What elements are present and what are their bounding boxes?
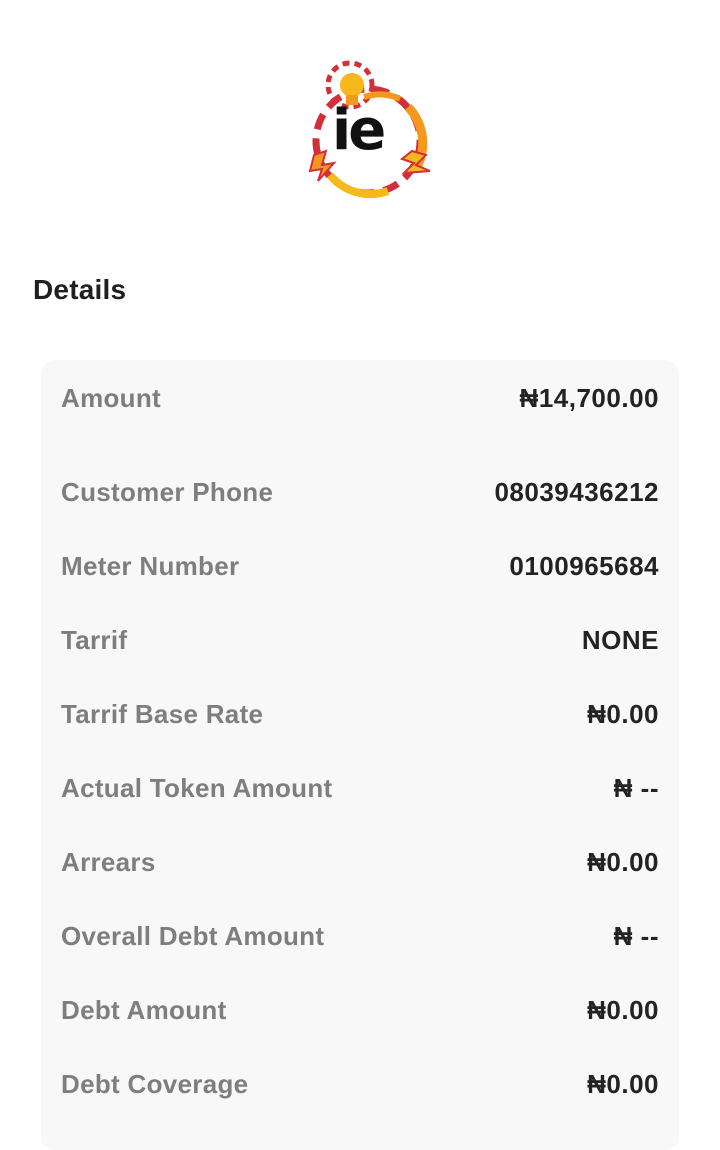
detail-label: Amount — [61, 382, 161, 413]
detail-label: Customer Phone — [61, 476, 274, 507]
detail-row-tarrif-base-rate: Tarrif Base Rate ₦0.00 — [61, 696, 659, 732]
detail-row-actual-token-amount: Actual Token Amount ₦ -- — [61, 770, 659, 806]
detail-row-amount: Amount ₦14,700.00 — [61, 380, 659, 416]
detail-row-meter-number: Meter Number 0100965684 — [61, 548, 659, 584]
detail-value: 0100965684 — [509, 550, 659, 581]
detail-row-overall-debt-amount: Overall Debt Amount ₦ -- — [61, 918, 659, 954]
detail-label: Tarrif — [61, 624, 128, 655]
detail-value: ₦0.00 — [587, 1068, 659, 1099]
detail-value: ₦ -- — [613, 772, 659, 803]
detail-value: NONE — [581, 624, 659, 655]
detail-row-debt-coverage: Debt Coverage ₦0.00 — [61, 1066, 659, 1102]
details-card: Amount ₦14,700.00 Customer Phone 0803943… — [41, 360, 679, 1150]
detail-label: Overall Debt Amount — [61, 920, 325, 951]
detail-value: ₦14,700.00 — [519, 382, 659, 413]
detail-value: ₦ -- — [613, 920, 659, 951]
detail-label: Tarrif Base Rate — [61, 698, 264, 729]
ie-logo: ie — [300, 55, 436, 207]
detail-row-arrears: Arrears ₦0.00 — [61, 844, 659, 880]
section-title: Details — [33, 274, 127, 305]
detail-row-tarrif: Tarrif NONE — [61, 622, 659, 658]
detail-label: Arrears — [61, 846, 156, 877]
detail-row-customer-phone: Customer Phone 08039436212 — [61, 474, 659, 510]
detail-value: 08039436212 — [494, 476, 659, 507]
detail-value: ₦0.00 — [587, 698, 659, 729]
detail-value: ₦0.00 — [587, 846, 659, 877]
detail-label: Debt Amount — [61, 994, 227, 1025]
detail-label: Meter Number — [61, 550, 240, 581]
detail-row-debt-amount: Debt Amount ₦0.00 — [61, 992, 659, 1028]
logo-wordmark: ie — [332, 98, 386, 163]
detail-label: Debt Coverage — [61, 1068, 249, 1099]
detail-value: ₦0.00 — [587, 994, 659, 1025]
detail-label: Actual Token Amount — [61, 772, 333, 803]
